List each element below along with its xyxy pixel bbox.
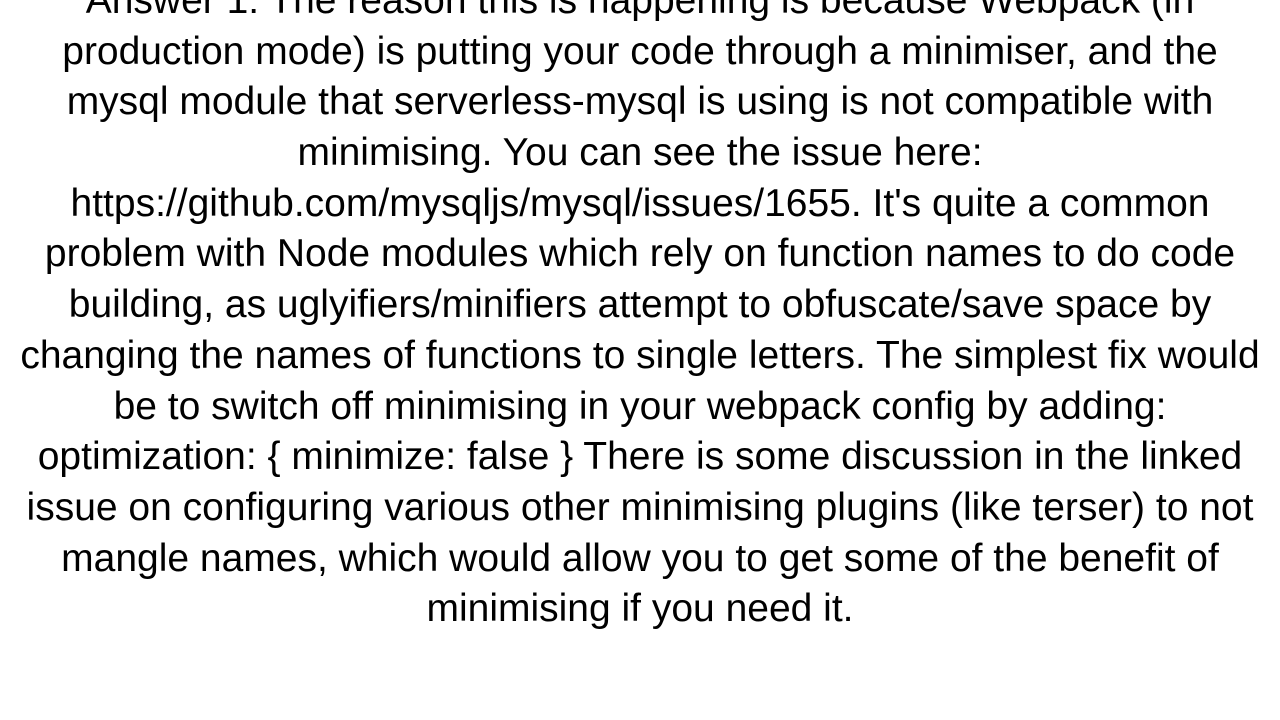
document-page: Answer 1: The reason this is happening i… bbox=[0, 0, 1280, 720]
answer-body-text: Answer 1: The reason this is happening i… bbox=[10, 0, 1270, 635]
